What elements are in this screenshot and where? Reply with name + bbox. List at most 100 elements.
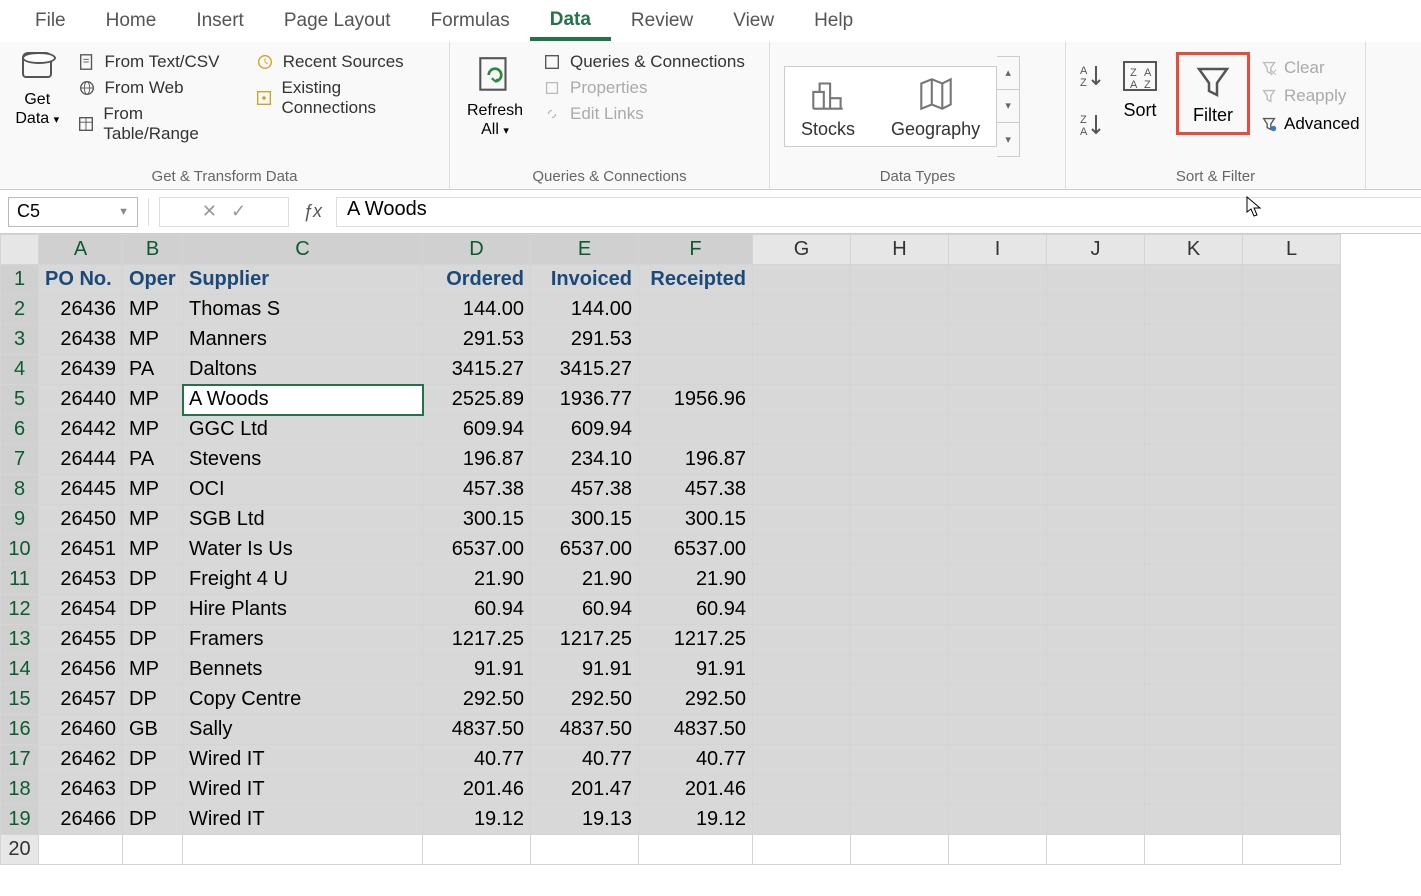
cell-C5[interactable]: A Woods bbox=[183, 385, 423, 415]
cell-F10[interactable]: 6537.00 bbox=[639, 535, 753, 565]
cell-H2[interactable] bbox=[851, 295, 949, 325]
cell-G6[interactable] bbox=[753, 415, 851, 445]
cell-B17[interactable]: DP bbox=[123, 745, 183, 775]
cell-L9[interactable] bbox=[1243, 505, 1341, 535]
row-header-11[interactable]: 11 bbox=[1, 565, 39, 595]
cell-L20[interactable] bbox=[1243, 835, 1341, 865]
cell-J2[interactable] bbox=[1047, 295, 1145, 325]
cell-E16[interactable]: 4837.50 bbox=[531, 715, 639, 745]
cell-L4[interactable] bbox=[1243, 355, 1341, 385]
cell-B11[interactable]: DP bbox=[123, 565, 183, 595]
cell-E15[interactable]: 292.50 bbox=[531, 685, 639, 715]
cell-J15[interactable] bbox=[1047, 685, 1145, 715]
cell-I5[interactable] bbox=[949, 385, 1047, 415]
tab-page-layout[interactable]: Page Layout bbox=[264, 2, 411, 40]
cell-I11[interactable] bbox=[949, 565, 1047, 595]
cell-C11[interactable]: Freight 4 U bbox=[183, 565, 423, 595]
cell-D14[interactable]: 91.91 bbox=[423, 655, 531, 685]
cell-B12[interactable]: DP bbox=[123, 595, 183, 625]
cell-C4[interactable]: Daltons bbox=[183, 355, 423, 385]
cell-K19[interactable] bbox=[1145, 805, 1243, 835]
tab-data[interactable]: Data bbox=[530, 1, 611, 41]
formula-input[interactable]: A Woods bbox=[336, 197, 1421, 227]
cell-E2[interactable]: 144.00 bbox=[531, 295, 639, 325]
cell-C17[interactable]: Wired IT bbox=[183, 745, 423, 775]
cell-D16[interactable]: 4837.50 bbox=[423, 715, 531, 745]
cell-E4[interactable]: 3415.27 bbox=[531, 355, 639, 385]
col-header-K[interactable]: K bbox=[1145, 235, 1243, 265]
cell-G20[interactable] bbox=[753, 835, 851, 865]
cell-D1[interactable]: Ordered bbox=[423, 265, 531, 295]
from-web-button[interactable]: From Web bbox=[77, 78, 235, 98]
cell-C10[interactable]: Water Is Us bbox=[183, 535, 423, 565]
cell-H11[interactable] bbox=[851, 565, 949, 595]
refresh-all-button[interactable]: Refresh All ▾ bbox=[458, 46, 532, 139]
cell-B18[interactable]: DP bbox=[123, 775, 183, 805]
cell-K9[interactable] bbox=[1145, 505, 1243, 535]
cell-B14[interactable]: MP bbox=[123, 655, 183, 685]
cell-E12[interactable]: 60.94 bbox=[531, 595, 639, 625]
cell-H13[interactable] bbox=[851, 625, 949, 655]
cell-F13[interactable]: 1217.25 bbox=[639, 625, 753, 655]
cell-K15[interactable] bbox=[1145, 685, 1243, 715]
cell-A6[interactable]: 26442 bbox=[39, 415, 123, 445]
col-header-D[interactable]: D bbox=[423, 235, 531, 265]
cell-B16[interactable]: GB bbox=[123, 715, 183, 745]
cell-H18[interactable] bbox=[851, 775, 949, 805]
row-header-6[interactable]: 6 bbox=[1, 415, 39, 445]
cell-K13[interactable] bbox=[1145, 625, 1243, 655]
tab-formulas[interactable]: Formulas bbox=[411, 2, 530, 40]
cell-A1[interactable]: PO No. bbox=[39, 265, 123, 295]
col-header-G[interactable]: G bbox=[753, 235, 851, 265]
cell-G13[interactable] bbox=[753, 625, 851, 655]
cell-I7[interactable] bbox=[949, 445, 1047, 475]
cell-H19[interactable] bbox=[851, 805, 949, 835]
stocks-button[interactable]: Stocks bbox=[801, 73, 855, 140]
cell-J1[interactable] bbox=[1047, 265, 1145, 295]
cell-E19[interactable]: 19.13 bbox=[531, 805, 639, 835]
tab-insert[interactable]: Insert bbox=[176, 2, 264, 40]
cell-C20[interactable] bbox=[183, 835, 423, 865]
cell-A8[interactable]: 26445 bbox=[39, 475, 123, 505]
cell-I9[interactable] bbox=[949, 505, 1047, 535]
cell-K14[interactable] bbox=[1145, 655, 1243, 685]
col-header-F[interactable]: F bbox=[639, 235, 753, 265]
spreadsheet-grid[interactable]: ABCDEFGHIJKL1PO No.OperSupplierOrderedIn… bbox=[0, 234, 1421, 865]
cell-B5[interactable]: MP bbox=[123, 385, 183, 415]
cell-L19[interactable] bbox=[1243, 805, 1341, 835]
cell-D9[interactable]: 300.15 bbox=[423, 505, 531, 535]
cell-G12[interactable] bbox=[753, 595, 851, 625]
cell-B15[interactable]: DP bbox=[123, 685, 183, 715]
cell-K8[interactable] bbox=[1145, 475, 1243, 505]
row-header-13[interactable]: 13 bbox=[1, 625, 39, 655]
cell-F3[interactable] bbox=[639, 325, 753, 355]
sort-asc-button[interactable]: AZ bbox=[1078, 62, 1104, 93]
row-header-12[interactable]: 12 bbox=[1, 595, 39, 625]
cell-J19[interactable] bbox=[1047, 805, 1145, 835]
row-header-9[interactable]: 9 bbox=[1, 505, 39, 535]
tab-help[interactable]: Help bbox=[794, 2, 873, 40]
cell-I6[interactable] bbox=[949, 415, 1047, 445]
cell-I18[interactable] bbox=[949, 775, 1047, 805]
cell-C8[interactable]: OCI bbox=[183, 475, 423, 505]
cell-D8[interactable]: 457.38 bbox=[423, 475, 531, 505]
cell-G5[interactable] bbox=[753, 385, 851, 415]
cell-D13[interactable]: 1217.25 bbox=[423, 625, 531, 655]
scroll-down-icon[interactable]: ▾ bbox=[997, 90, 1019, 123]
cell-H15[interactable] bbox=[851, 685, 949, 715]
cell-J11[interactable] bbox=[1047, 565, 1145, 595]
cell-G16[interactable] bbox=[753, 715, 851, 745]
row-header-1[interactable]: 1 bbox=[1, 265, 39, 295]
queries-connections-button[interactable]: Queries & Connections bbox=[542, 52, 745, 72]
cell-G8[interactable] bbox=[753, 475, 851, 505]
cell-A4[interactable]: 26439 bbox=[39, 355, 123, 385]
cell-H16[interactable] bbox=[851, 715, 949, 745]
cell-F14[interactable]: 91.91 bbox=[639, 655, 753, 685]
cell-J16[interactable] bbox=[1047, 715, 1145, 745]
cell-D10[interactable]: 6537.00 bbox=[423, 535, 531, 565]
cell-I14[interactable] bbox=[949, 655, 1047, 685]
cell-B6[interactable]: MP bbox=[123, 415, 183, 445]
cell-E3[interactable]: 291.53 bbox=[531, 325, 639, 355]
from-text-csv-button[interactable]: From Text/CSV bbox=[77, 52, 235, 72]
cell-F20[interactable] bbox=[639, 835, 753, 865]
